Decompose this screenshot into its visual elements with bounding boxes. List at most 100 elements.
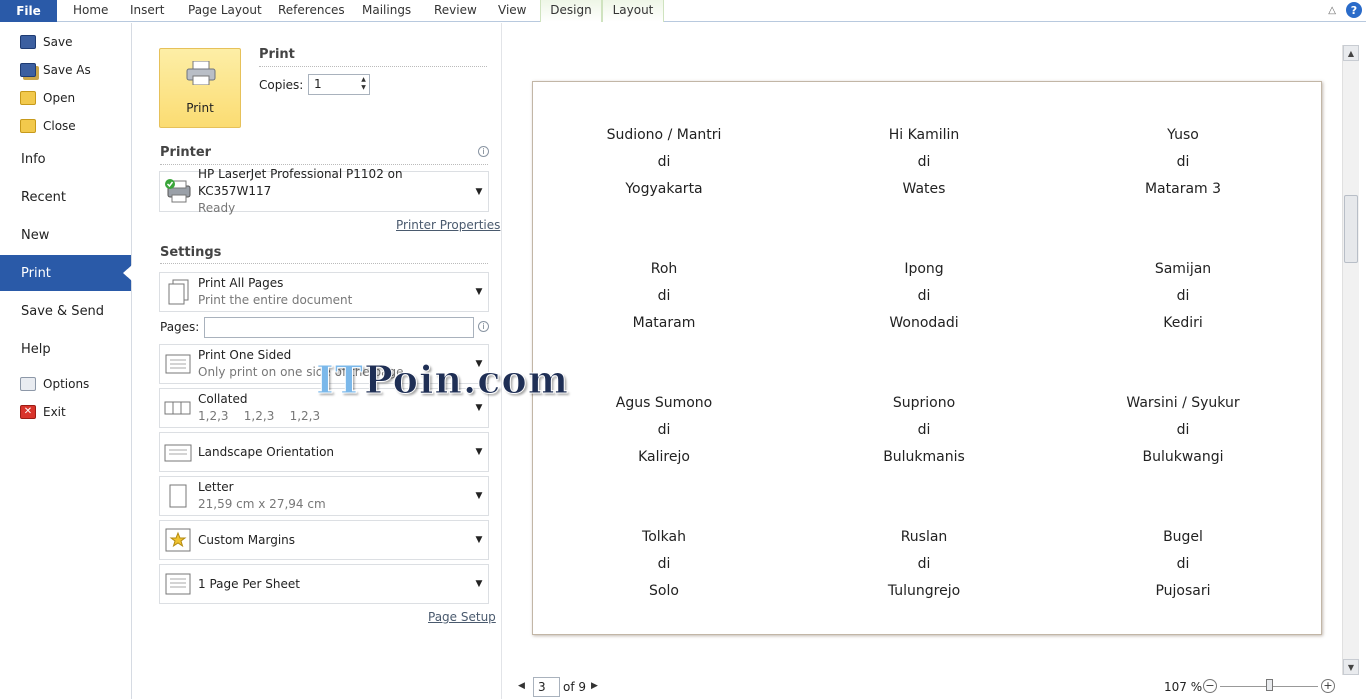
label-di: di: [657, 288, 671, 304]
address-label: Ipong di Wonodadi: [814, 256, 1034, 337]
label-place: Kalirejo: [638, 449, 690, 465]
nav-options[interactable]: Options: [0, 371, 131, 397]
save-icon: [20, 35, 36, 49]
scroll-thumb[interactable]: [1344, 195, 1358, 263]
nav-tab-new[interactable]: New: [0, 217, 131, 253]
tab-references[interactable]: References: [278, 0, 345, 22]
label-di: di: [1176, 422, 1190, 438]
nav-open[interactable]: Open: [0, 85, 131, 111]
tab-design[interactable]: Design: [540, 0, 602, 22]
zoom-out-icon[interactable]: −: [1203, 679, 1217, 693]
page-setup-link[interactable]: Page Setup: [428, 610, 496, 624]
nav-tab-recent[interactable]: Recent: [0, 179, 131, 215]
tab-layout[interactable]: Layout: [602, 0, 664, 22]
vertical-scrollbar[interactable]: ▲ ▼: [1342, 45, 1359, 675]
label-place: Wates: [902, 181, 946, 197]
label-name: Yuso: [1167, 127, 1199, 143]
previous-page-icon[interactable]: ◀: [518, 681, 525, 691]
nav-save-label: Save: [43, 35, 73, 49]
address-label: Samijan di Kediri: [1073, 256, 1293, 337]
next-page-icon[interactable]: ▶: [591, 681, 598, 691]
watermark-logo: ITPoin.com: [315, 357, 569, 403]
ribbon-tab-bar: File Home Insert Page Layout References …: [0, 0, 1366, 22]
scroll-down-icon[interactable]: ▼: [1343, 659, 1359, 675]
nav-close[interactable]: Close: [0, 113, 131, 139]
margins-dropdown[interactable]: Custom Margins ▼: [159, 520, 489, 560]
chevron-down-icon: ▼: [475, 287, 483, 297]
collated-icon: [164, 394, 192, 422]
divider: [259, 66, 487, 67]
label-name: Warsini / Syukur: [1126, 395, 1240, 411]
pages-label: Pages:: [160, 320, 200, 334]
printer-icon: [186, 61, 216, 85]
orientation-title: Landscape Orientation: [198, 444, 335, 459]
pages-icon: [164, 278, 192, 306]
address-label: Ruslan di Tulungrejo: [814, 524, 1034, 605]
print-button[interactable]: Print: [159, 48, 241, 128]
label-name: Hi Kamilin: [888, 127, 960, 143]
orientation-dropdown[interactable]: Landscape Orientation ▼: [159, 432, 489, 472]
address-label: Bugel di Pujosari: [1073, 524, 1293, 605]
pages-per-sheet-dropdown[interactable]: 1 Page Per Sheet ▼: [159, 564, 489, 604]
pages-input[interactable]: [204, 317, 474, 338]
printer-properties-link[interactable]: Printer Properties: [396, 218, 500, 232]
label-name: Supriono: [892, 395, 956, 411]
info-icon[interactable]: i: [478, 321, 489, 332]
chevron-down-icon: ▼: [475, 403, 483, 413]
label-place: Bulukwangi: [1142, 449, 1224, 465]
minimize-ribbon-icon[interactable]: △: [1328, 5, 1336, 16]
nav-save[interactable]: Save: [0, 29, 131, 55]
tab-view[interactable]: View: [498, 0, 526, 22]
chevron-down-icon: ▼: [475, 491, 483, 501]
address-label: Warsini / Syukur di Bulukwangi: [1073, 390, 1293, 471]
nav-tab-save-send[interactable]: Save & Send: [0, 293, 131, 329]
copies-spinner[interactable]: 1 ▲ ▼: [308, 74, 370, 95]
label-name: Samijan: [1154, 261, 1212, 277]
settings-section-title: Settings: [160, 245, 222, 260]
label-place: Solo: [649, 583, 679, 599]
address-label: Roh di Mataram: [554, 256, 774, 337]
tab-file[interactable]: File: [0, 0, 57, 22]
margins-title: Custom Margins: [198, 532, 296, 547]
label-di: di: [917, 154, 931, 170]
current-page-input[interactable]: 3: [533, 677, 560, 697]
printer-section-title: Printer: [160, 145, 212, 160]
chevron-down-icon: ▼: [475, 535, 483, 545]
nav-open-label: Open: [43, 91, 76, 105]
copies-label: Copies:: [259, 78, 304, 92]
nav-exit[interactable]: ✕ Exit: [0, 399, 131, 425]
print-button-label: Print: [186, 101, 214, 115]
nav-exit-label: Exit: [43, 405, 66, 419]
zoom-in-icon[interactable]: +: [1321, 679, 1335, 693]
save-as-icon: [20, 63, 36, 77]
tab-insert[interactable]: Insert: [130, 0, 164, 22]
tab-page-layout[interactable]: Page Layout: [188, 0, 262, 22]
label-name: Agus Sumono: [615, 395, 713, 411]
print-preview-pane: Sudiono / Mantri di Yogyakarta Hi Kamilin d…: [502, 23, 1366, 699]
paper-subtitle: 21,59 cm x 27,94 cm: [198, 497, 326, 511]
custom-margins-icon: [164, 526, 192, 554]
spin-arrows-icon[interactable]: ▲ ▼: [359, 76, 368, 93]
label-di: di: [1176, 154, 1190, 170]
scroll-up-icon[interactable]: ▲: [1343, 45, 1359, 61]
landscape-icon: [164, 438, 192, 466]
tab-review[interactable]: Review: [434, 0, 477, 22]
zoom-level[interactable]: 107 %: [1164, 680, 1202, 694]
divider: [160, 263, 488, 264]
label-di: di: [1176, 556, 1190, 572]
print-range-dropdown[interactable]: Print All Pages Print the entire documen…: [159, 272, 489, 312]
tab-mailings[interactable]: Mailings: [362, 0, 411, 22]
printer-dropdown[interactable]: HP LaserJet Professional P1102 on KC357W…: [159, 167, 489, 215]
help-icon[interactable]: ?: [1346, 2, 1362, 18]
nav-tab-info[interactable]: Info: [0, 141, 131, 177]
nav-tab-print[interactable]: Print: [0, 255, 132, 291]
nav-save-as[interactable]: Save As: [0, 57, 131, 83]
paper-size-dropdown[interactable]: Letter 21,59 cm x 27,94 cm ▼: [159, 476, 489, 516]
copies-value: 1: [314, 77, 322, 91]
nav-tab-help[interactable]: Help: [0, 331, 131, 367]
print-section-title: Print: [259, 47, 295, 62]
info-icon[interactable]: i: [478, 146, 489, 157]
tab-home[interactable]: Home: [73, 0, 108, 22]
label-di: di: [917, 422, 931, 438]
zoom-slider-thumb[interactable]: [1266, 679, 1273, 691]
